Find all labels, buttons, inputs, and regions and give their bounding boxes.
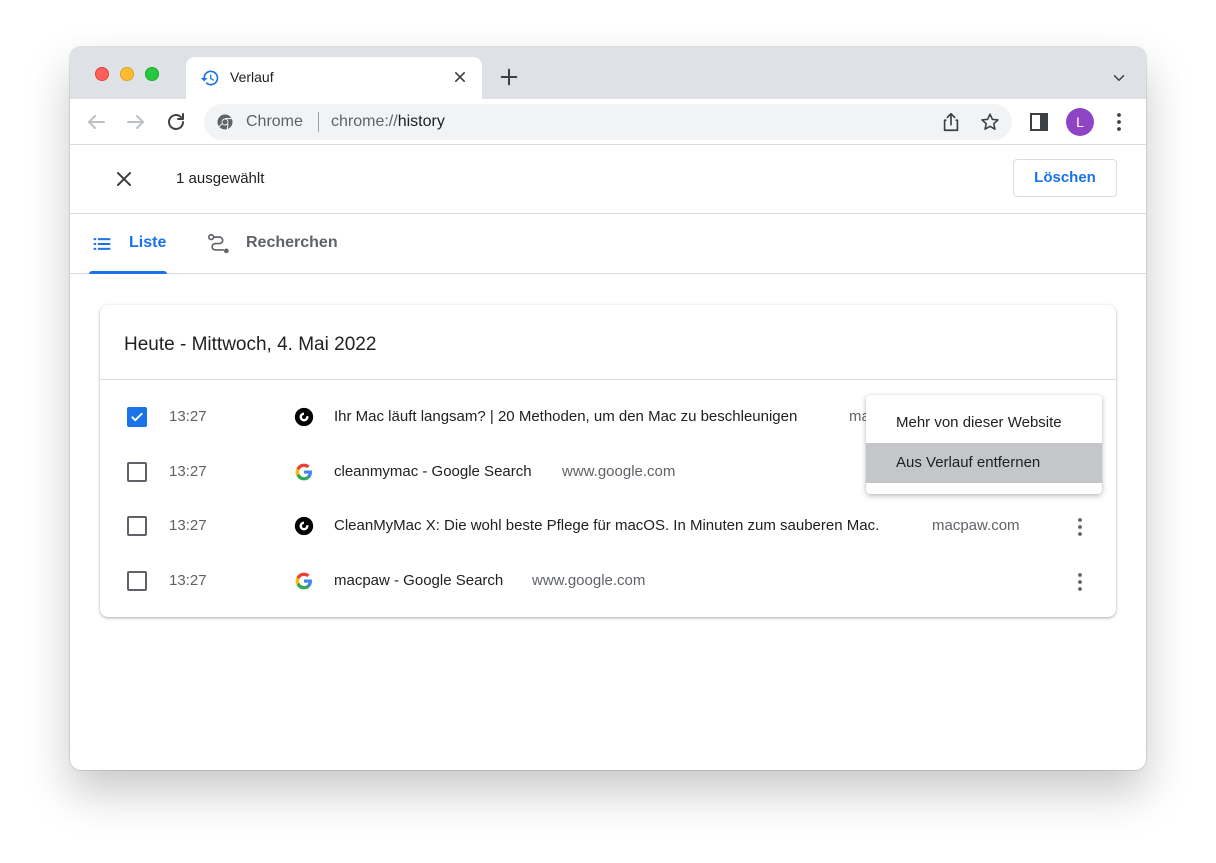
chevron-down-icon[interactable] <box>1110 69 1128 87</box>
google-icon <box>295 463 312 481</box>
more-vert-icon[interactable] <box>1068 515 1092 539</box>
zoom-window-button[interactable] <box>145 67 159 81</box>
entry-domain: www.google.com <box>562 463 676 480</box>
history-nav-tabs: Liste Recherchen <box>70 214 1146 274</box>
back-arrow-icon[interactable] <box>84 110 108 134</box>
entry-title-link[interactable]: CleanMyMac X: Die wohl beste Pflege für … <box>334 517 879 534</box>
menu-item-remove-from-history[interactable]: Aus Verlauf entfernen <box>866 443 1102 483</box>
address-bar[interactable]: Chrome chrome://history <box>204 104 1012 140</box>
omnibox-url[interactable]: chrome://history <box>331 113 445 131</box>
history-entry[interactable]: 13:27 macpaw - Google Search www.google.… <box>100 554 1116 608</box>
omnibox-separator <box>318 112 319 132</box>
entry-context-menu: Mehr von dieser Website Aus Verlauf entf… <box>866 395 1102 494</box>
tab-research-label: Recherchen <box>246 234 338 251</box>
tab-history[interactable]: Verlauf <box>186 57 482 99</box>
forward-arrow-icon[interactable] <box>124 110 148 134</box>
profile-avatar[interactable]: L <box>1066 108 1094 136</box>
list-icon <box>93 238 111 250</box>
date-heading: Heute - Mittwoch, 4. Mai 2022 <box>124 334 377 355</box>
menu-item-more-from-site[interactable]: Mehr von dieser Website <box>866 403 1102 443</box>
browser-toolbar: Chrome chrome://history L <box>70 99 1146 145</box>
bookmark-star-icon[interactable] <box>979 111 1001 133</box>
chrome-logo-icon <box>217 114 233 130</box>
entry-checkbox[interactable] <box>127 407 147 427</box>
google-icon <box>295 572 312 590</box>
entry-title-link[interactable]: macpaw - Google Search <box>334 572 503 589</box>
browser-window: Verlauf Chrome chrome://history L 1 ausg… <box>70 47 1146 770</box>
omnibox-chrome-label: Chrome <box>246 113 303 130</box>
history-entry[interactable]: 13:27 CleanMyMac X: Die wohl beste Pfleg… <box>100 499 1116 553</box>
share-icon[interactable] <box>940 111 962 133</box>
clear-selection-icon[interactable] <box>112 167 136 191</box>
entry-title-link[interactable]: Ihr Mac läuft langsam? | 20 Methoden, um… <box>334 408 797 425</box>
minimize-window-button[interactable] <box>120 67 134 81</box>
entry-domain: macpaw.com <box>932 517 1020 534</box>
more-vert-icon[interactable] <box>1068 570 1092 594</box>
tab-list-label: Liste <box>129 234 167 251</box>
entry-time: 13:27 <box>169 408 207 425</box>
checkmark-icon <box>131 412 143 422</box>
entry-checkbox[interactable] <box>127 516 147 536</box>
reload-icon[interactable] <box>164 110 188 134</box>
journeys-icon <box>208 233 229 254</box>
active-tab-indicator <box>89 271 167 274</box>
close-tab-icon[interactable] <box>450 67 470 87</box>
entry-checkbox[interactable] <box>127 462 147 482</box>
entry-time: 13:27 <box>169 463 207 480</box>
tab-research[interactable]: Recherchen <box>207 214 357 274</box>
tab-strip: Verlauf <box>70 47 1146 99</box>
new-tab-icon[interactable] <box>498 66 520 88</box>
macpaw-icon <box>294 516 314 536</box>
tab-list[interactable]: Liste <box>89 214 167 274</box>
entry-time: 13:27 <box>169 572 207 589</box>
entry-domain: www.google.com <box>532 572 646 589</box>
tab-title: Verlauf <box>230 69 274 85</box>
side-panel-icon[interactable] <box>1027 110 1051 134</box>
entry-time: 13:27 <box>169 517 207 534</box>
selection-toolbar: 1 ausgewählt Löschen <box>70 145 1146 214</box>
entry-domain: macpaw.com <box>849 408 867 425</box>
date-header: Heute - Mittwoch, 4. Mai 2022 <box>100 305 1116 380</box>
entry-checkbox[interactable] <box>127 571 147 591</box>
entry-title-link[interactable]: cleanmymac - Google Search <box>334 463 532 480</box>
history-icon <box>200 70 219 86</box>
selection-count: 1 ausgewählt <box>176 170 265 187</box>
more-vert-icon[interactable] <box>1107 110 1131 134</box>
macpaw-icon <box>294 407 314 427</box>
delete-button[interactable]: Löschen <box>1013 159 1117 197</box>
close-window-button[interactable] <box>95 67 109 81</box>
